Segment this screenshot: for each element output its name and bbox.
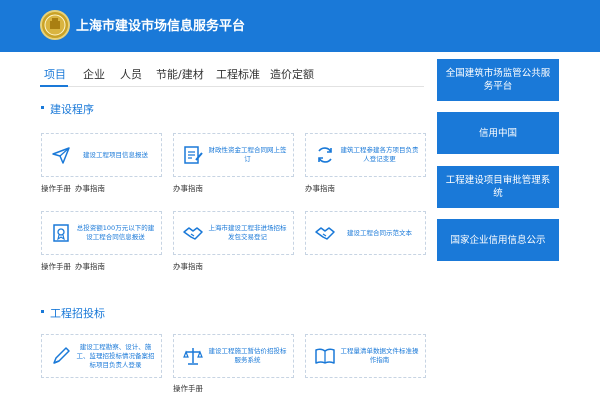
send-icon (50, 144, 72, 166)
card-label: 建筑工程参建各方项目负责人登记变更 (340, 146, 419, 163)
tab-cost-quota[interactable]: 造价定额 (270, 66, 314, 82)
card-provisional-price-bidding-system[interactable]: 建设工程施工暂估价招投标服务系统 (173, 334, 294, 378)
card-label: 建设工程项目信息报送 (83, 150, 148, 159)
tab-project[interactable]: 项目 (44, 66, 66, 82)
service-guide-link[interactable]: 办事指南 (305, 183, 335, 194)
pen-icon (50, 345, 72, 367)
card-bill-of-quantities-guide[interactable]: 工程量清单数据文件标准操作指南 (305, 334, 426, 378)
tab-engineering-standards[interactable]: 工程标准 (216, 66, 260, 82)
operation-manual-link[interactable]: 操作手册 (41, 183, 71, 194)
refresh-icon (314, 144, 336, 166)
section-title-bidding: 工程招投标 (50, 307, 105, 320)
card-contract-templates[interactable]: 建设工程合同示范文本 (305, 211, 426, 255)
section-title-construction-procedure: 建设程序 (50, 103, 94, 116)
tab-enterprise[interactable]: 企业 (83, 66, 105, 82)
sidebar-link-national-market-platform[interactable]: 全国建筑市场监管公共服务平台 (437, 59, 559, 101)
scales-icon (182, 345, 204, 367)
sidebar-link-credit-china[interactable]: 信用中国 (437, 112, 559, 154)
site-title: 上海市建设市场信息服务平台 (76, 19, 246, 34)
sidebar-link-approval-system[interactable]: 工程建设项目审批管理系统 (437, 166, 559, 208)
card-project-info-submission[interactable]: 建设工程项目信息报送 (41, 133, 162, 177)
card-label: 上海市建设工程非进场招标发包交易登记 (208, 224, 287, 241)
service-guide-link[interactable]: 办事指南 (75, 261, 105, 272)
operation-manual-link[interactable]: 操作手册 (41, 261, 71, 272)
edit-document-icon (182, 144, 204, 166)
card-small-contract-submission[interactable]: 总投资额100万元以下的建设工程合同信息报送 (41, 211, 162, 255)
document-seal-icon (50, 222, 72, 244)
card-label: 建设工程合同示范文本 (347, 228, 412, 237)
card-non-venue-bidding-registration[interactable]: 上海市建设工程非进场招标发包交易登记 (173, 211, 294, 255)
site-header: 上海市建设市场信息服务平台 (0, 0, 600, 52)
section-marker (41, 106, 44, 109)
tabs-divider (40, 86, 424, 87)
tab-energy-materials[interactable]: 节能/建材 (156, 66, 204, 82)
card-fiscal-contract-signing[interactable]: 财政性资金工程合同网上签订 (173, 133, 294, 177)
site-logo[interactable] (40, 10, 70, 40)
tab-personnel[interactable]: 人员 (120, 66, 142, 82)
card-label: 财政性资金工程合同网上签订 (208, 146, 287, 163)
operation-manual-link[interactable]: 操作手册 (173, 383, 203, 394)
sidebar-link-enterprise-credit[interactable]: 国家企业信用信息公示 (437, 219, 559, 261)
handshake-icon (182, 222, 204, 244)
section-marker (41, 310, 44, 313)
card-label: 总投资额100万元以下的建设工程合同信息报送 (76, 224, 155, 241)
card-label: 建设工程勘察、设计、施工、监理招投标情况备案招标项目负责人登录 (76, 342, 155, 369)
card-label: 建设工程施工暂估价招投标服务系统 (208, 347, 287, 364)
service-guide-link[interactable]: 办事指南 (75, 183, 105, 194)
card-bidding-filing-login[interactable]: 建设工程勘察、设计、施工、监理招投标情况备案招标项目负责人登录 (41, 334, 162, 378)
service-guide-link[interactable]: 办事指南 (173, 183, 203, 194)
card-label: 工程量清单数据文件标准操作指南 (340, 347, 419, 364)
active-tab-indicator (40, 85, 68, 87)
emblem-icon (44, 14, 66, 36)
card-project-leader-change[interactable]: 建筑工程参建各方项目负责人登记变更 (305, 133, 426, 177)
handshake-icon (314, 222, 336, 244)
book-icon (314, 345, 336, 367)
service-guide-link[interactable]: 办事指南 (173, 261, 203, 272)
